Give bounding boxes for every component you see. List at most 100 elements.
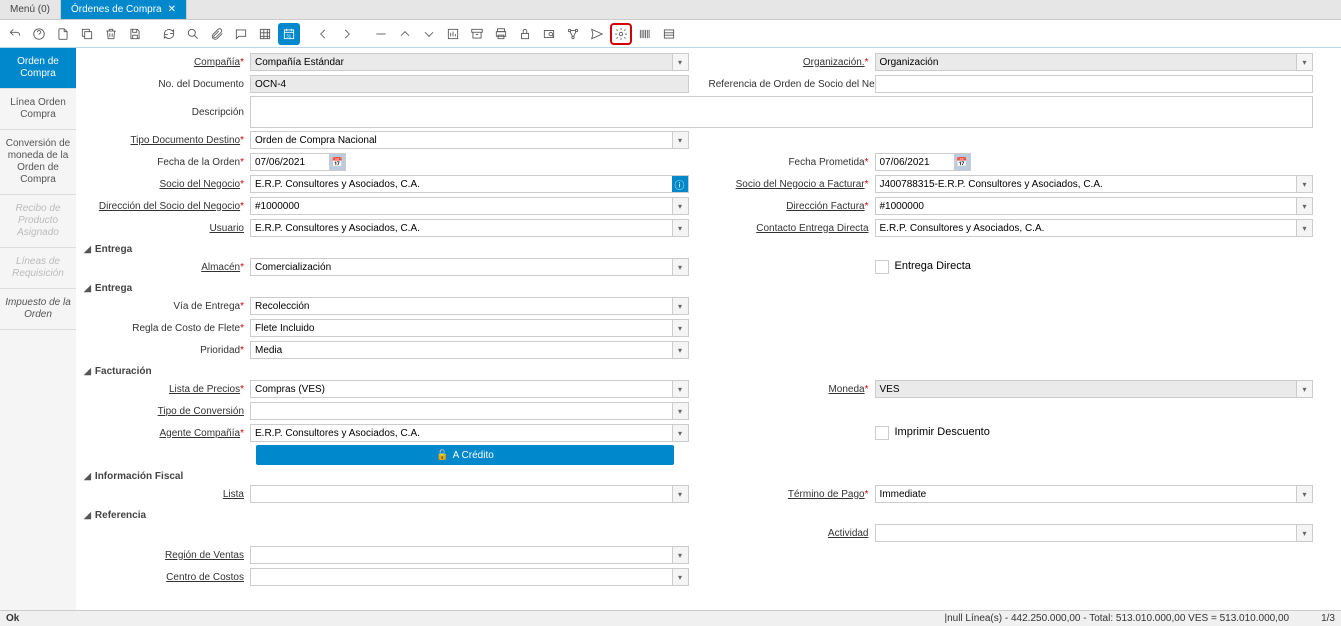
- field-regventas[interactable]: ▾: [250, 546, 689, 564]
- chevron-down-icon[interactable]: ▾: [672, 54, 688, 70]
- list-view-icon[interactable]: [658, 23, 680, 45]
- calendar-picker-icon[interactable]: 📅: [330, 153, 346, 171]
- chevron-down-icon[interactable]: ▾: [672, 486, 688, 502]
- field-fechaorden[interactable]: [250, 153, 330, 171]
- section-entrega2[interactable]: ◢Entrega: [84, 283, 1313, 294]
- save-icon[interactable]: [124, 23, 146, 45]
- lock-icon[interactable]: [514, 23, 536, 45]
- chevron-down-icon[interactable]: ▾: [1296, 198, 1312, 214]
- section-entrega[interactable]: ◢Entrega: [84, 244, 1313, 255]
- chevron-down-icon[interactable]: ▾: [672, 298, 688, 314]
- sidebar-item-lineas-requisicion: Líneas de Requisición: [0, 248, 76, 289]
- tab-ordenes-compra[interactable]: Órdenes de Compra✕: [61, 0, 187, 19]
- chevron-down-icon[interactable]: ▾: [1296, 525, 1312, 541]
- chevron-down-icon[interactable]: ▾: [672, 342, 688, 358]
- field-contactoent[interactable]: E.R.P. Consultores y Asociados, C.A.▾: [875, 219, 1314, 237]
- new-icon[interactable]: [52, 23, 74, 45]
- field-termpago[interactable]: Immediate▾: [875, 485, 1314, 503]
- chevron-down-icon[interactable]: ▾: [672, 547, 688, 563]
- field-dirfact[interactable]: #1000000▾: [875, 197, 1314, 215]
- chevron-down-icon[interactable]: ▾: [672, 381, 688, 397]
- field-sociofact[interactable]: J400788315-E.R.P. Consultores y Asociado…: [875, 175, 1314, 193]
- chevron-down-icon[interactable]: ▾: [672, 403, 688, 419]
- undo-icon[interactable]: [4, 23, 26, 45]
- zoom-across-icon[interactable]: [538, 23, 560, 45]
- sidebar-item-impuesto-orden[interactable]: Impuesto de la Orden: [0, 289, 76, 330]
- field-compania[interactable]: Compañía Estándar▾: [250, 53, 689, 71]
- lbl-contactoent: Contacto Entrega Directa: [756, 223, 868, 234]
- field-almacen[interactable]: Comercialización▾: [250, 258, 689, 276]
- print-icon[interactable]: [490, 23, 512, 45]
- info-icon[interactable]: ⓘ: [672, 176, 688, 192]
- up-icon[interactable]: [394, 23, 416, 45]
- down-icon[interactable]: [418, 23, 440, 45]
- archive-icon[interactable]: [466, 23, 488, 45]
- something-icon[interactable]: [370, 23, 392, 45]
- field-descripcion[interactable]: [250, 96, 1313, 128]
- attachment-icon[interactable]: [206, 23, 228, 45]
- copy-icon[interactable]: [76, 23, 98, 45]
- sidebar-item-conversion-moneda[interactable]: Conversión de moneda de la Orden de Comp…: [0, 130, 76, 195]
- refresh-icon[interactable]: [158, 23, 180, 45]
- field-organizacion[interactable]: Organización▾: [875, 53, 1314, 71]
- calendar-icon[interactable]: 31: [278, 23, 300, 45]
- field-socio[interactable]: E.R.P. Consultores y Asociados, C.A.ⓘ: [250, 175, 689, 193]
- field-nodoc[interactable]: [250, 75, 689, 93]
- field-moneda[interactable]: VES▾: [875, 380, 1314, 398]
- chevron-down-icon[interactable]: ▾: [672, 132, 688, 148]
- grid-icon[interactable]: [254, 23, 276, 45]
- field-agente[interactable]: E.R.P. Consultores y Asociados, C.A.▾: [250, 424, 689, 442]
- chevron-down-icon[interactable]: ▾: [672, 220, 688, 236]
- field-fechaprom[interactable]: [875, 153, 955, 171]
- field-dirsocio[interactable]: #1000000▾: [250, 197, 689, 215]
- status-summary: |null Línea(s) - 442.250.000,00 - Total:…: [944, 613, 1289, 624]
- field-tipodoc[interactable]: Orden de Compra Nacional▾: [250, 131, 689, 149]
- chevron-down-icon[interactable]: ▾: [1296, 220, 1312, 236]
- section-referencia[interactable]: ◢Referencia: [84, 510, 1313, 521]
- calendar-picker-icon[interactable]: 📅: [955, 153, 971, 171]
- chevron-down-icon[interactable]: ▾: [1296, 54, 1312, 70]
- chevron-down-icon[interactable]: ▾: [672, 425, 688, 441]
- field-prioridad[interactable]: Media▾: [250, 341, 689, 359]
- delete-icon[interactable]: [100, 23, 122, 45]
- field-listaprecios[interactable]: Compras (VES)▾: [250, 380, 689, 398]
- field-lista[interactable]: ▾: [250, 485, 689, 503]
- search-icon[interactable]: [182, 23, 204, 45]
- chevron-down-icon[interactable]: ▾: [1296, 381, 1312, 397]
- field-tipoconv[interactable]: ▾: [250, 402, 689, 420]
- sidebar-item-linea-orden[interactable]: Línea Orden Compra: [0, 89, 76, 130]
- button-a-credito[interactable]: 🔓 A Crédito: [256, 445, 674, 465]
- chevron-down-icon[interactable]: ▾: [672, 569, 688, 585]
- report-icon[interactable]: [442, 23, 464, 45]
- section-facturacion[interactable]: ◢Facturación: [84, 366, 1313, 377]
- workflow-icon[interactable]: [562, 23, 584, 45]
- field-viaent[interactable]: Recolección▾: [250, 297, 689, 315]
- lbl-almacen: Almacén: [201, 262, 240, 273]
- help-icon[interactable]: [28, 23, 50, 45]
- chat-icon[interactable]: [230, 23, 252, 45]
- field-usuario[interactable]: E.R.P. Consultores y Asociados, C.A.▾: [250, 219, 689, 237]
- field-ccostos[interactable]: ▾: [250, 568, 689, 586]
- chevron-down-icon[interactable]: ▾: [672, 259, 688, 275]
- field-reglaflete[interactable]: Flete Incluido▾: [250, 319, 689, 337]
- chevron-down-icon[interactable]: ▾: [1296, 176, 1312, 192]
- chk-entrega-directa[interactable]: [875, 260, 889, 274]
- sidebar-item-orden-compra[interactable]: Orden de Compra: [0, 48, 76, 89]
- close-icon[interactable]: ✕: [168, 4, 176, 15]
- tab-menu[interactable]: Menú (0): [0, 0, 61, 19]
- prev-icon[interactable]: [312, 23, 334, 45]
- field-actividad[interactable]: ▾: [875, 524, 1314, 542]
- field-refsonp[interactable]: [875, 75, 1314, 93]
- lbl-dirfact: Dirección Factura: [786, 201, 864, 212]
- request-icon[interactable]: [586, 23, 608, 45]
- gear-icon[interactable]: [610, 23, 632, 45]
- chk-imprimir-descuento[interactable]: [875, 426, 889, 440]
- lbl-moneda: Moneda: [828, 384, 864, 395]
- lbl-termpago: Término de Pago: [788, 489, 865, 500]
- chevron-down-icon[interactable]: ▾: [1296, 486, 1312, 502]
- section-infofiscal[interactable]: ◢Información Fiscal: [84, 471, 1313, 482]
- next-icon[interactable]: [336, 23, 358, 45]
- barcode-icon[interactable]: [634, 23, 656, 45]
- chevron-down-icon[interactable]: ▾: [672, 198, 688, 214]
- chevron-down-icon[interactable]: ▾: [672, 320, 688, 336]
